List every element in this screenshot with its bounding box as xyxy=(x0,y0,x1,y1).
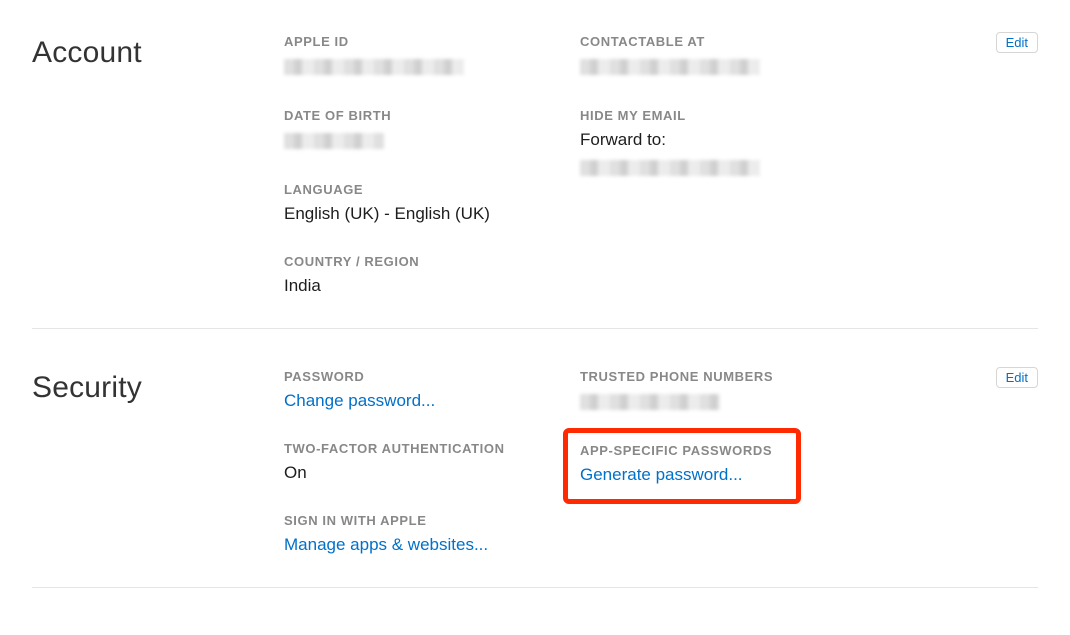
language-label: LANGUAGE xyxy=(284,182,580,197)
security-section: Security PASSWORD Change password... TWO… xyxy=(32,365,1038,588)
security-col-left: PASSWORD Change password... TWO-FACTOR A… xyxy=(284,369,580,557)
app-specific-highlight: APP-SPECIFIC PASSWORDS Generate password… xyxy=(563,428,801,504)
contactable-value-redacted xyxy=(580,59,760,75)
security-col-right: TRUSTED PHONE NUMBERS APP-SPECIFIC PASSW… xyxy=(580,369,876,557)
forward-to-text: Forward to: xyxy=(580,129,876,152)
trusted-label: TRUSTED PHONE NUMBERS xyxy=(580,369,876,384)
signin-apple-label: SIGN IN WITH APPLE xyxy=(284,513,580,528)
contactable-field: CONTACTABLE AT xyxy=(580,34,876,80)
account-section: Account APPLE ID DATE OF BIRTH LANGUAGE … xyxy=(32,30,1038,329)
contactable-label: CONTACTABLE AT xyxy=(580,34,876,49)
country-value: India xyxy=(284,275,580,298)
dob-label: DATE OF BIRTH xyxy=(284,108,580,123)
account-col-left: APPLE ID DATE OF BIRTH LANGUAGE English … xyxy=(284,34,580,298)
trusted-field: TRUSTED PHONE NUMBERS xyxy=(580,369,876,415)
account-col-right: CONTACTABLE AT HIDE MY EMAIL Forward to: xyxy=(580,34,876,298)
dob-value-redacted xyxy=(284,133,384,149)
apple-id-value-redacted xyxy=(284,59,464,75)
twofa-field: TWO-FACTOR AUTHENTICATION On xyxy=(284,441,580,485)
forward-to-value-redacted xyxy=(580,160,760,176)
generate-password-link[interactable]: Generate password... xyxy=(580,464,782,487)
twofa-label: TWO-FACTOR AUTHENTICATION xyxy=(284,441,580,456)
manage-apps-link[interactable]: Manage apps & websites... xyxy=(284,534,580,557)
password-label: PASSWORD xyxy=(284,369,580,384)
account-edit-button[interactable]: Edit xyxy=(996,32,1038,53)
hide-email-label: HIDE MY EMAIL xyxy=(580,108,876,123)
security-title: Security xyxy=(32,369,284,405)
country-label: COUNTRY / REGION xyxy=(284,254,580,269)
app-specific-label: APP-SPECIFIC PASSWORDS xyxy=(580,443,782,458)
signin-apple-field: SIGN IN WITH APPLE Manage apps & website… xyxy=(284,513,580,557)
apple-id-field: APPLE ID xyxy=(284,34,580,80)
app-specific-field: APP-SPECIFIC PASSWORDS Generate password… xyxy=(580,443,876,504)
dob-field: DATE OF BIRTH xyxy=(284,108,580,154)
apple-id-label: APPLE ID xyxy=(284,34,580,49)
change-password-link[interactable]: Change password... xyxy=(284,390,580,413)
language-value: English (UK) - English (UK) xyxy=(284,203,580,226)
security-edit-button[interactable]: Edit xyxy=(996,367,1038,388)
language-field: LANGUAGE English (UK) - English (UK) xyxy=(284,182,580,226)
country-field: COUNTRY / REGION India xyxy=(284,254,580,298)
password-field: PASSWORD Change password... xyxy=(284,369,580,413)
account-columns: APPLE ID DATE OF BIRTH LANGUAGE English … xyxy=(284,34,1038,298)
hide-email-field: HIDE MY EMAIL Forward to: xyxy=(580,108,876,181)
security-columns: PASSWORD Change password... TWO-FACTOR A… xyxy=(284,369,1038,557)
trusted-value-redacted xyxy=(580,394,720,410)
account-title: Account xyxy=(32,34,284,70)
twofa-value: On xyxy=(284,462,580,485)
